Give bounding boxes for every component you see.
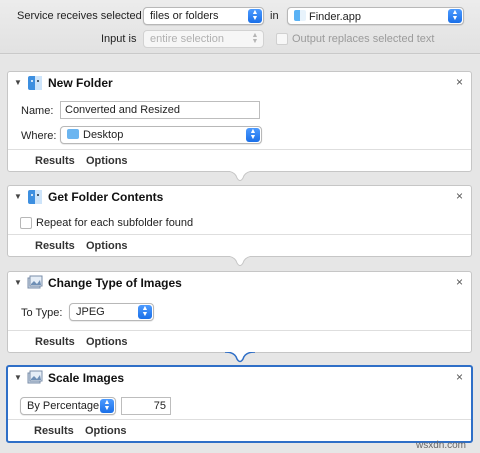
input-scope-value: entire selection	[150, 33, 224, 45]
scale-percentage-input[interactable]: 75	[121, 397, 171, 415]
action-title: Get Folder Contents	[48, 190, 164, 204]
popup-arrows-icon: ▲ ▼	[138, 305, 152, 319]
options-button[interactable]: Options	[86, 155, 128, 167]
image-type-value: JPEG	[76, 306, 105, 318]
input-type-value: files or folders	[150, 10, 219, 22]
action-footer: Results Options	[8, 419, 471, 441]
preview-action-icon	[27, 275, 43, 289]
where-value: Desktop	[83, 129, 124, 141]
action-footer: Results Options	[8, 234, 471, 256]
to-type-label: To Type:	[21, 307, 63, 319]
action-footer: Results Options	[8, 330, 471, 352]
action-header: ▼ Get Folder Contents ×	[8, 186, 471, 208]
results-button[interactable]: Results	[35, 155, 75, 167]
in-label: in	[270, 10, 279, 22]
options-button[interactable]: Options	[85, 425, 127, 437]
popup-arrows-icon: ▲ ▼	[100, 399, 114, 413]
output-replaces-checkbox[interactable]	[276, 33, 288, 45]
finder-icon	[294, 10, 306, 21]
service-receives-label: Service receives selected	[17, 10, 142, 22]
action-header: ▼ New Folder ×	[8, 72, 471, 94]
folder-name-input[interactable]: Converted and Resized	[60, 101, 260, 119]
application-popup[interactable]: Finder.app ▲ ▼	[287, 7, 464, 25]
preview-action-icon	[27, 370, 43, 384]
scale-mode-value: By Percentage	[27, 400, 100, 412]
folder-name-value: Converted and Resized	[65, 104, 180, 116]
popup-arrows-icon: ▲ ▼	[251, 32, 259, 45]
options-button[interactable]: Options	[86, 336, 128, 348]
action-title: New Folder	[48, 76, 113, 90]
folder-icon	[67, 129, 79, 139]
disclosure-triangle-icon[interactable]: ▼	[14, 373, 22, 382]
application-value: Finder.app	[309, 11, 361, 23]
action-header: ▼ Change Type of Images ×	[8, 272, 471, 294]
action-get-folder-contents[interactable]: ▼ Get Folder Contents × Repeat for each …	[7, 185, 472, 257]
close-icon[interactable]: ×	[456, 370, 463, 384]
disclosure-triangle-icon[interactable]: ▼	[14, 192, 22, 201]
repeat-subfolder-checkbox[interactable]	[20, 217, 32, 229]
action-new-folder[interactable]: ▼ New Folder × Name: Converted and Resiz…	[7, 71, 472, 172]
action-title: Change Type of Images	[48, 276, 182, 290]
close-icon[interactable]: ×	[456, 189, 463, 203]
finder-action-icon	[28, 76, 42, 90]
popup-arrows-icon: ▲ ▼	[448, 9, 462, 23]
where-popup[interactable]: Desktop ▲ ▼	[60, 126, 262, 144]
close-icon[interactable]: ×	[456, 75, 463, 89]
service-settings-bar: Service receives selected files or folde…	[0, 0, 480, 54]
input-is-label: Input is	[101, 33, 137, 45]
action-footer: Results Options	[8, 149, 471, 171]
results-button[interactable]: Results	[35, 336, 75, 348]
watermark-text: wsxdn.com	[415, 440, 466, 451]
disclosure-triangle-icon[interactable]: ▼	[14, 278, 22, 287]
action-header: ▼ Scale Images ×	[8, 367, 471, 389]
results-button[interactable]: Results	[35, 240, 75, 252]
action-connector	[225, 352, 255, 363]
repeat-subfolder-label: Repeat for each subfolder found	[36, 217, 194, 229]
popup-arrows-icon: ▲ ▼	[246, 128, 260, 142]
input-type-popup[interactable]: files or folders ▲ ▼	[143, 7, 264, 25]
close-icon[interactable]: ×	[456, 275, 463, 289]
action-change-type-of-images[interactable]: ▼ Change Type of Images × To Type: JPEG …	[7, 271, 472, 353]
action-scale-images[interactable]: ▼ Scale Images × By Percentage ▲ ▼ 75 Res…	[6, 365, 473, 443]
output-replaces-label: Output replaces selected text	[292, 33, 435, 45]
action-title: Scale Images	[48, 371, 125, 385]
input-scope-popup[interactable]: entire selection ▲ ▼	[143, 30, 264, 48]
workflow-area: ▼ New Folder × Name: Converted and Resiz…	[0, 55, 480, 453]
scale-mode-popup[interactable]: By Percentage ▲ ▼	[20, 397, 116, 415]
disclosure-triangle-icon[interactable]: ▼	[14, 78, 22, 87]
action-connector	[225, 171, 255, 181]
results-button[interactable]: Results	[34, 425, 74, 437]
finder-action-icon	[28, 190, 42, 204]
popup-arrows-icon: ▲ ▼	[248, 9, 262, 23]
options-button[interactable]: Options	[86, 240, 128, 252]
scale-percentage-value: 75	[153, 400, 166, 412]
action-connector	[225, 256, 255, 266]
image-type-popup[interactable]: JPEG ▲ ▼	[69, 303, 154, 321]
where-label: Where:	[21, 130, 57, 142]
name-label: Name:	[21, 105, 54, 117]
